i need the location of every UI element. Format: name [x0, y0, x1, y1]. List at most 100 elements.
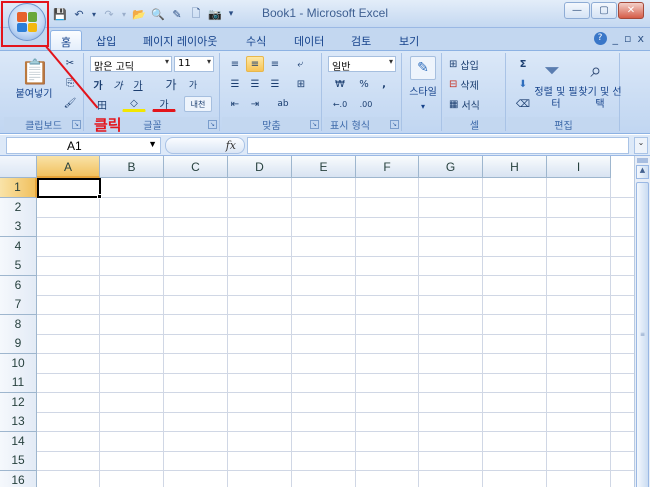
- row-header-10[interactable]: 10: [0, 353, 37, 374]
- tab-page-layout[interactable]: 페이지 레이아웃: [133, 30, 227, 50]
- row-header-14[interactable]: 14: [0, 431, 37, 452]
- align-bottom-icon[interactable]: ≡: [266, 56, 284, 72]
- orientation-icon[interactable]: ab: [270, 96, 296, 112]
- font-color-button[interactable]: 가: [152, 96, 176, 112]
- column-header-a[interactable]: A: [37, 156, 100, 178]
- scroll-up-icon[interactable]: ▲: [636, 165, 649, 179]
- align-top-icon[interactable]: ≡: [226, 56, 244, 72]
- row-header-9[interactable]: 9: [0, 334, 37, 354]
- wrap-text-icon[interactable]: ⤶: [290, 56, 310, 72]
- help-icon[interactable]: ?: [593, 32, 607, 45]
- font-name-combo[interactable]: 맑은 고딕 ▾: [90, 56, 172, 73]
- column-header-e[interactable]: E: [292, 156, 356, 178]
- fill-color-button[interactable]: ◇: [122, 96, 146, 112]
- clear-icon[interactable]: ⌫: [512, 96, 534, 112]
- italic-button[interactable]: 가: [110, 76, 126, 92]
- row-header-16[interactable]: 16: [0, 470, 37, 487]
- column-header-b[interactable]: B: [100, 156, 164, 178]
- align-left-icon[interactable]: ☰: [226, 76, 244, 92]
- percent-button[interactable]: %: [356, 76, 372, 92]
- align-center-icon[interactable]: ☰: [246, 76, 264, 92]
- row-header-2[interactable]: 2: [0, 197, 37, 218]
- row-header-11[interactable]: 11: [0, 373, 37, 393]
- fill-icon[interactable]: ⬇: [512, 76, 534, 92]
- row-header-13[interactable]: 13: [0, 412, 37, 432]
- column-header-h[interactable]: H: [483, 156, 547, 178]
- decrease-decimal-button[interactable]: .00: [354, 96, 378, 112]
- formula-input[interactable]: [247, 137, 629, 154]
- column-header-i[interactable]: I: [547, 156, 611, 178]
- row-header-8[interactable]: 8: [0, 314, 37, 335]
- select-all-button[interactable]: [0, 156, 37, 178]
- paste-icon[interactable]: 📋: [20, 55, 50, 89]
- paste-button[interactable]: 붙여넣기: [8, 89, 60, 101]
- find-select-icon[interactable]: ⌕: [582, 56, 610, 84]
- column-header-c[interactable]: C: [164, 156, 228, 178]
- scroll-thumb[interactable]: ≡: [636, 182, 649, 487]
- tab-home[interactable]: 홈: [50, 30, 83, 50]
- currency-button[interactable]: ₩: [328, 76, 352, 92]
- chevron-down-icon[interactable]: ▼: [148, 139, 157, 149]
- row-header-7[interactable]: 7: [0, 295, 37, 315]
- increase-decimal-button[interactable]: ←.0: [328, 96, 352, 112]
- comma-button[interactable]: ,: [376, 76, 392, 92]
- vertical-scrollbar[interactable]: ▲ ≡: [634, 156, 650, 487]
- doc-minimize-button[interactable]: _: [613, 32, 619, 45]
- styles-icon[interactable]: ✎: [410, 56, 436, 80]
- font-size-combo[interactable]: 11 ▾: [174, 56, 214, 72]
- find-select-button[interactable]: 찾기 및 선택: [578, 87, 622, 111]
- shrink-font-button[interactable]: 가: [184, 76, 202, 92]
- doc-restore-button[interactable]: ▫: [624, 32, 631, 45]
- column-header-f[interactable]: F: [356, 156, 419, 178]
- styles-group: ✎ 스타일 ▾: [404, 53, 442, 131]
- column-header-d[interactable]: D: [228, 156, 292, 178]
- row-header-3[interactable]: 3: [0, 217, 37, 237]
- close-button[interactable]: ✕: [618, 2, 644, 19]
- tab-data[interactable]: 데이터: [284, 30, 334, 50]
- insert-function-icon[interactable]: fx: [226, 139, 236, 152]
- sort-filter-icon[interactable]: ⏷: [538, 56, 566, 84]
- maximize-button[interactable]: ▢: [591, 2, 617, 19]
- row-header-1[interactable]: 1: [0, 178, 37, 198]
- worksheet-grid[interactable]: ABCDEFGHI 1 2 3 4 5 6 7 8 9 10 11 12 13 14 15 16: [0, 156, 634, 487]
- format-painter-icon[interactable]: 🖌: [62, 95, 78, 111]
- format-cells-button[interactable]: ▦ 서식: [448, 96, 502, 112]
- underline-button[interactable]: 가: [130, 76, 146, 92]
- name-box[interactable]: A1 ▼: [6, 137, 161, 154]
- row-header-6[interactable]: 6: [0, 275, 37, 296]
- font-launcher-icon[interactable]: ↘: [208, 120, 217, 129]
- number-format-combo[interactable]: 일반 ▾: [328, 56, 396, 73]
- row-header-5[interactable]: 5: [0, 256, 37, 276]
- row-header-12[interactable]: 12: [0, 392, 37, 413]
- split-box[interactable]: [637, 158, 648, 163]
- row-header-15[interactable]: 15: [0, 451, 37, 471]
- column-header-g[interactable]: G: [419, 156, 483, 178]
- tab-view[interactable]: 보기: [389, 30, 429, 50]
- clipboard-launcher-icon[interactable]: ↘: [72, 120, 81, 129]
- align-middle-icon[interactable]: ≡: [246, 56, 264, 72]
- align-right-icon[interactable]: ☰: [266, 76, 284, 92]
- row-header-4[interactable]: 4: [0, 236, 37, 257]
- minimize-button[interactable]: —: [564, 2, 590, 19]
- tab-formulas[interactable]: 수식: [236, 30, 276, 50]
- tab-insert[interactable]: 삽입: [86, 30, 126, 50]
- gridline-horizontal: [37, 216, 634, 218]
- phonetic-button[interactable]: 내천: [184, 96, 212, 112]
- tab-review[interactable]: 검토: [341, 30, 381, 50]
- doc-close-button[interactable]: x: [637, 32, 644, 45]
- decrease-indent-icon[interactable]: ⇤: [226, 96, 244, 112]
- bold-button[interactable]: 가: [90, 76, 106, 92]
- merge-center-icon[interactable]: ⊞: [290, 76, 312, 92]
- grow-font-button[interactable]: 가: [162, 76, 180, 92]
- alignment-launcher-icon[interactable]: ↘: [310, 120, 319, 129]
- number-launcher-icon[interactable]: ↘: [390, 120, 399, 129]
- insert-cells-button[interactable]: ⊞ 삽입: [448, 56, 502, 72]
- expand-formula-bar-icon[interactable]: ⌄: [634, 137, 648, 154]
- delete-cells-button[interactable]: ⊟ 삭제: [448, 76, 502, 92]
- autosum-icon[interactable]: Σ: [512, 56, 534, 72]
- active-cell[interactable]: [37, 178, 101, 198]
- fill-handle[interactable]: [97, 194, 102, 199]
- styles-button[interactable]: 스타일: [404, 87, 442, 99]
- increase-indent-icon[interactable]: ⇥: [246, 96, 264, 112]
- sort-filter-button[interactable]: 정렬 및 필터: [534, 87, 578, 111]
